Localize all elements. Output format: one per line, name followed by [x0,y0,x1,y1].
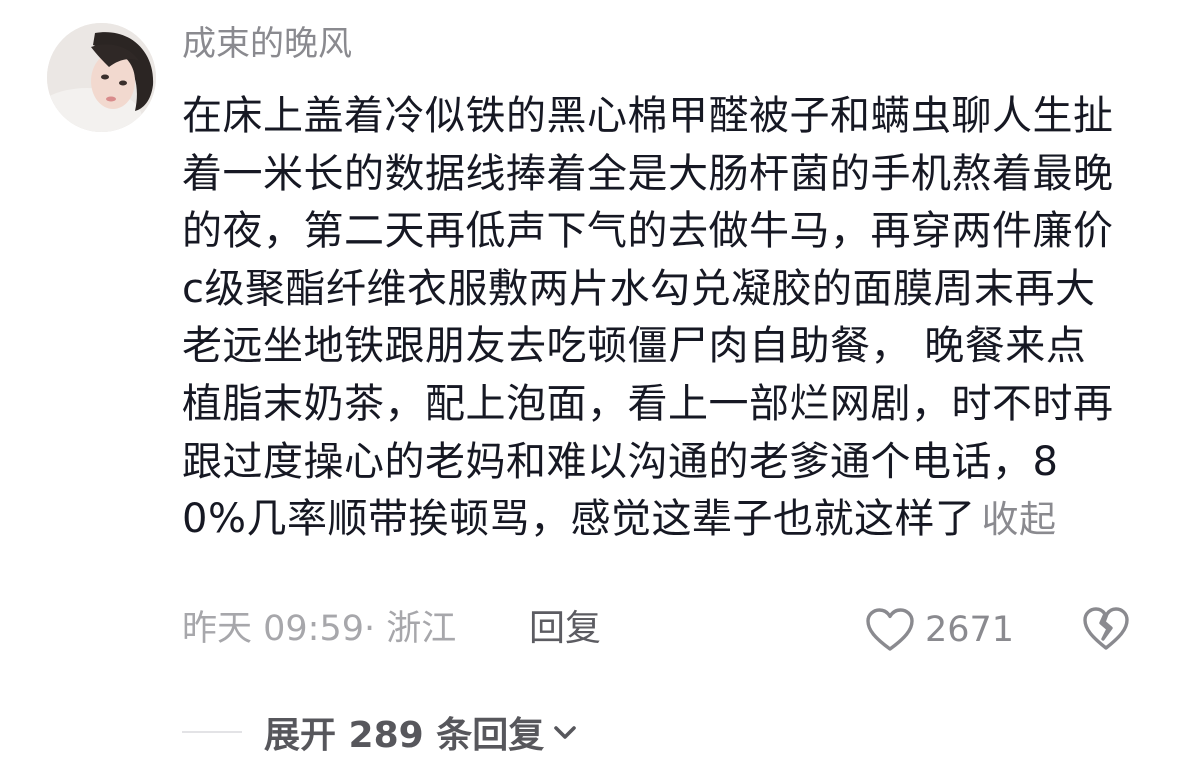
expand-replies-row: 展开 289 条回复 [182,705,580,759]
expand-replies-label: 展开 289 条回复 [264,715,545,756]
avatar-image [47,23,156,132]
heart-outline-icon [866,608,914,651]
like-button[interactable]: 2671 [865,604,1014,656]
comment-text: 在床上盖着冷似铁的黑心棉甲醛被子和螨虫聊人生扯着一米长的数据线捧着全是大肠杆菌的… [182,93,1114,543]
like-count: 2671 [925,610,1015,650]
dislike-button[interactable] [1082,606,1130,652]
username[interactable]: 成束的晚风 [182,20,352,68]
collapse-button[interactable]: 收起 [981,498,1056,541]
comment-item: 成束的晚风 在床上盖着冷似铁的黑心棉甲醛被子和螨虫聊人生扯着一米长的数据线捧着全… [0,0,1179,783]
comment-text-block: 在床上盖着冷似铁的黑心棉甲醛被子和螨虫聊人生扯着一米长的数据线捧着全是大肠杆菌的… [182,88,1117,549]
divider [182,731,242,733]
comment-meta: 昨天 09:59· 浙江 [182,609,457,649]
broken-heart-icon [1083,607,1129,650]
chevron-down-icon [554,726,577,739]
expand-replies-button[interactable]: 展开 289 条回复 [264,706,580,758]
reply-button[interactable]: 回复 [529,603,601,655]
avatar[interactable] [47,23,156,132]
